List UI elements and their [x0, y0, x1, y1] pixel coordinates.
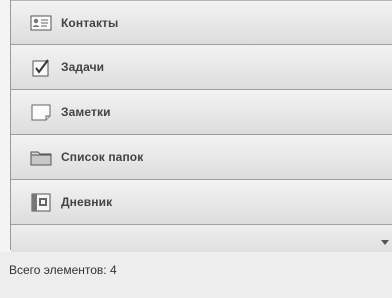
tasks-icon [29, 55, 53, 79]
nav-item-notes[interactable]: Заметки [11, 90, 392, 135]
notes-icon [29, 100, 53, 124]
folder-list-icon [29, 145, 53, 169]
navigation-pane: Контакты Задачи Заметки Список папок Дне… [10, 0, 392, 266]
nav-item-label: Список папок [61, 150, 144, 164]
journal-icon [29, 190, 53, 214]
nav-item-label: Задачи [61, 60, 105, 74]
nav-item-tasks[interactable]: Задачи [11, 45, 392, 90]
contacts-icon [29, 11, 53, 35]
item-count: Всего элементов: 4 [9, 263, 117, 277]
nav-item-label: Заметки [61, 105, 111, 119]
nav-item-contacts[interactable]: Контакты [11, 0, 392, 45]
nav-item-label: Контакты [61, 15, 119, 30]
nav-item-folder-list[interactable]: Список папок [11, 135, 392, 180]
chevron-down-icon[interactable] [381, 240, 389, 245]
status-bar: Всего элементов: 4 [0, 252, 392, 298]
nav-item-journal[interactable]: Дневник [11, 180, 392, 225]
nav-item-label: Дневник [61, 195, 113, 209]
